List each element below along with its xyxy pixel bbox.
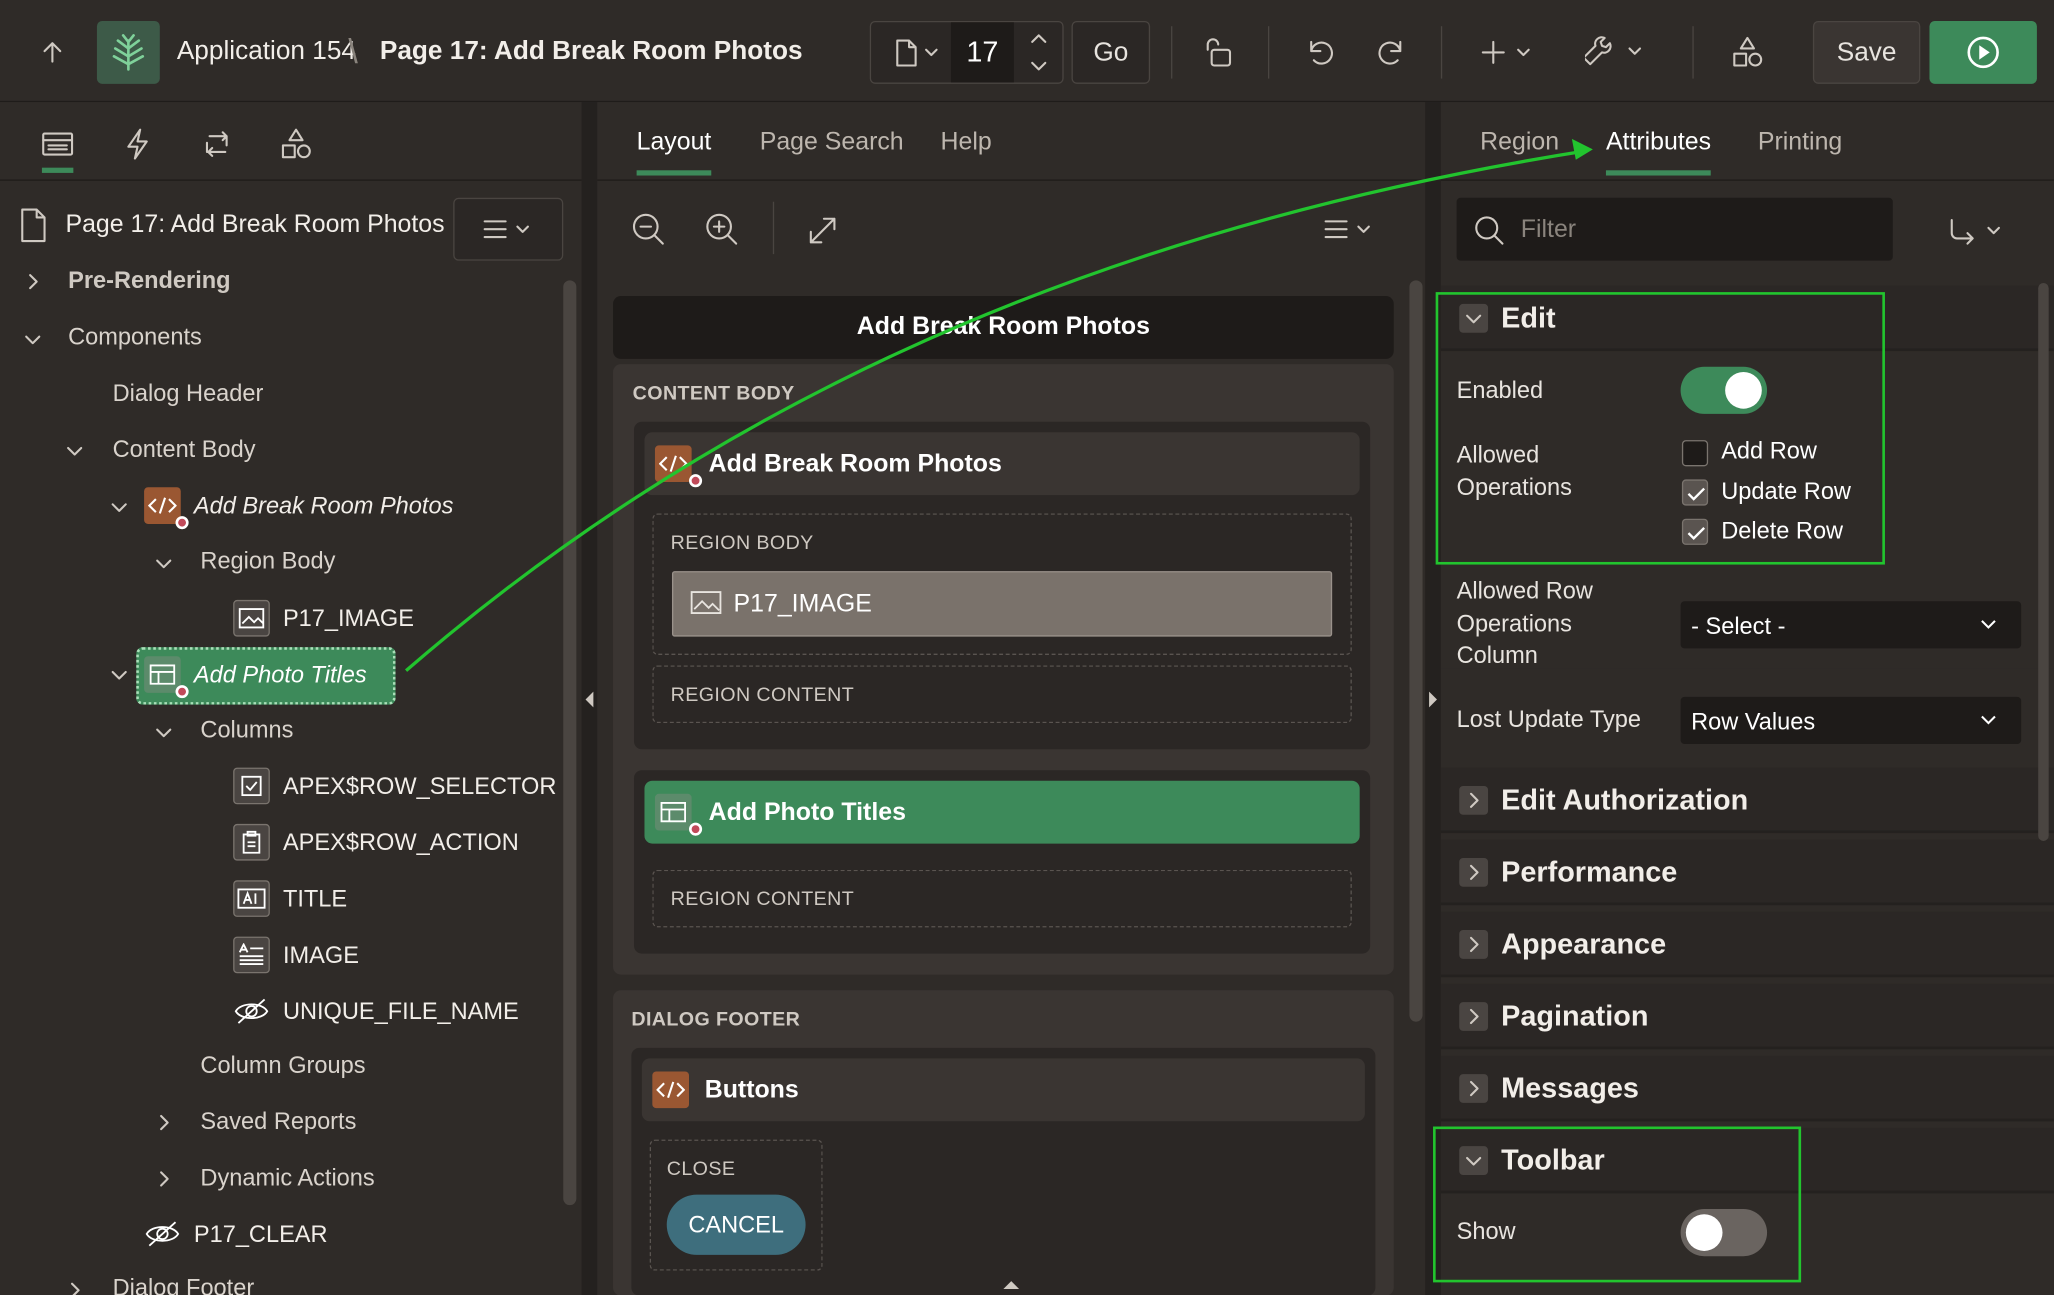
- annotation-arrow: [404, 138, 1593, 672]
